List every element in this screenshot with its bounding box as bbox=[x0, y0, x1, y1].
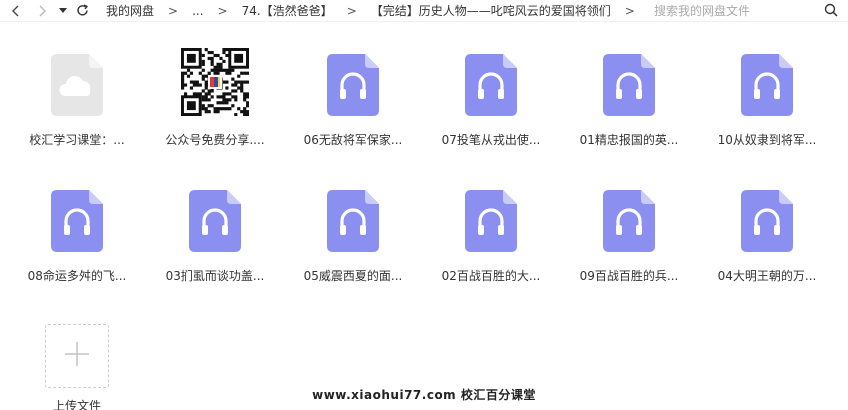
breadcrumb-separator: > bbox=[624, 3, 635, 18]
watermark: www.xiaohui77.com 校汇百分课堂 bbox=[312, 388, 536, 402]
breadcrumb-item-folder[interactable]: 74.【浩然爸爸】 bbox=[242, 2, 333, 19]
refresh-icon bbox=[76, 4, 89, 17]
breadcrumb-separator: > bbox=[168, 3, 179, 18]
upload-box[interactable] bbox=[45, 324, 109, 388]
breadcrumb-separator: > bbox=[346, 3, 357, 18]
breadcrumb: 我的网盘 > ... > 74.【浩然爸爸】 > 【完结】历史人物——叱咤风云的… bbox=[106, 2, 649, 19]
audio-file-icon bbox=[741, 54, 793, 116]
search-input[interactable] bbox=[640, 4, 820, 18]
search-bar bbox=[640, 0, 848, 22]
file-name: 05威震西夏的面... bbox=[303, 269, 403, 283]
file-name: 校汇学习课堂：... bbox=[29, 133, 125, 147]
file-name: 03扪虱而谈功盖... bbox=[165, 269, 265, 283]
cloud-file-icon bbox=[51, 54, 103, 116]
file-item[interactable]: 校汇学习课堂：... bbox=[8, 40, 146, 148]
chevron-left-icon bbox=[11, 5, 21, 17]
file-name: 02百战百胜的大... bbox=[441, 269, 541, 283]
file-thumbnail bbox=[733, 40, 801, 116]
back-button[interactable] bbox=[6, 1, 26, 21]
breadcrumb-item-ellipsis[interactable]: ... bbox=[192, 4, 203, 18]
chevron-right-icon bbox=[37, 5, 47, 17]
file-item[interactable]: 04大明王朝的万... bbox=[698, 176, 836, 284]
file-name: 10从奴隶到将军... bbox=[717, 133, 817, 147]
audio-file-icon bbox=[189, 190, 241, 252]
forward-button[interactable] bbox=[32, 1, 52, 21]
file-thumbnail bbox=[319, 40, 387, 116]
refresh-button[interactable] bbox=[72, 1, 92, 21]
audio-file-icon bbox=[51, 190, 103, 252]
audio-file-icon bbox=[603, 54, 655, 116]
file-thumbnail bbox=[595, 176, 663, 252]
file-name: 09百战百胜的兵... bbox=[579, 269, 679, 283]
file-item[interactable]: 05威震西夏的面... bbox=[284, 176, 422, 284]
file-item[interactable]: 08命运多舛的飞... bbox=[8, 176, 146, 284]
file-name: 06无敌将军保家... bbox=[303, 133, 403, 147]
audio-file-icon bbox=[465, 190, 517, 252]
plus-icon bbox=[63, 340, 91, 372]
audio-file-icon bbox=[327, 190, 379, 252]
breadcrumb-item-my-drive[interactable]: 我的网盘 bbox=[106, 2, 154, 19]
file-item[interactable]: 09百战百胜的兵... bbox=[560, 176, 698, 284]
breadcrumb-separator: > bbox=[217, 3, 228, 18]
file-item[interactable]: 07投笔从戎出使... bbox=[422, 40, 560, 148]
file-name: 07投笔从戎出使... bbox=[441, 133, 541, 147]
toolbar: 我的网盘 > ... > 74.【浩然爸爸】 > 【完结】历史人物——叱咤风云的… bbox=[0, 0, 848, 22]
file-thumbnail bbox=[595, 40, 663, 116]
file-name: 04大明王朝的万... bbox=[717, 269, 817, 283]
file-name: 公众号免费分享.... bbox=[165, 133, 265, 147]
file-item[interactable]: 公众号免费分享.... bbox=[146, 40, 284, 148]
qrcode-icon bbox=[181, 48, 249, 116]
caret-down-icon bbox=[59, 7, 67, 14]
file-thumbnail bbox=[457, 40, 525, 116]
history-dropdown-button[interactable] bbox=[56, 1, 70, 21]
search-icon[interactable] bbox=[824, 3, 838, 20]
file-thumbnail bbox=[43, 176, 111, 252]
file-name: 08命运多舛的飞... bbox=[27, 269, 127, 283]
audio-file-icon bbox=[465, 54, 517, 116]
file-thumbnail bbox=[733, 176, 801, 252]
file-item[interactable]: 03扪虱而谈功盖... bbox=[146, 176, 284, 284]
file-item[interactable]: 02百战百胜的大... bbox=[422, 176, 560, 284]
file-item[interactable]: 01精忠报国的英... bbox=[560, 40, 698, 148]
file-item[interactable]: 10从奴隶到将军... bbox=[698, 40, 836, 148]
file-thumbnail bbox=[181, 176, 249, 252]
file-item[interactable]: 06无敌将军保家... bbox=[284, 40, 422, 148]
file-thumbnail bbox=[319, 176, 387, 252]
audio-file-icon bbox=[741, 190, 793, 252]
audio-file-icon bbox=[603, 190, 655, 252]
breadcrumb-item-current[interactable]: 【完结】历史人物——叱咤风云的爱国将领们 bbox=[371, 2, 611, 19]
file-thumbnail bbox=[43, 40, 111, 116]
file-thumbnail bbox=[181, 40, 249, 116]
file-thumbnail bbox=[457, 176, 525, 252]
audio-file-icon bbox=[327, 54, 379, 116]
file-name: 01精忠报国的英... bbox=[579, 133, 679, 147]
